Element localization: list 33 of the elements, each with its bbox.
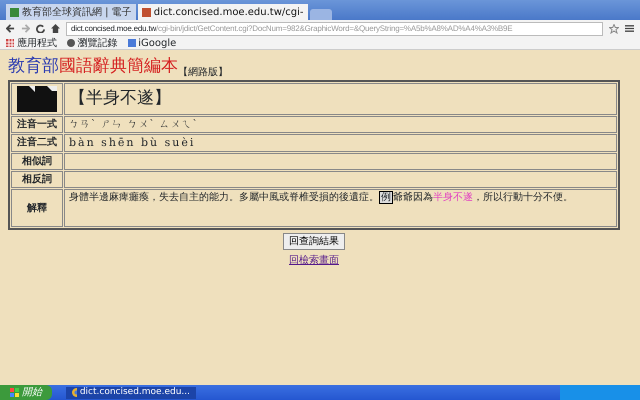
site-title: 教育部 bbox=[8, 55, 59, 78]
bookmark-link[interactable]: iGoogle bbox=[128, 36, 176, 50]
taskbar-item[interactable]: dict.concised.moe.edu... bbox=[66, 386, 196, 398]
row-label: 相反詞 bbox=[22, 174, 52, 185]
start-button[interactable]: 開始 bbox=[0, 385, 52, 400]
pronunciation-text: bàn shēn bù suèi bbox=[69, 136, 196, 148]
menu-icon[interactable] bbox=[625, 24, 634, 33]
favicon-icon bbox=[142, 8, 151, 16]
back-icon[interactable] bbox=[6, 24, 15, 33]
windows-logo-icon bbox=[10, 388, 19, 397]
row-label: 注音二式 bbox=[17, 137, 57, 148]
page-icon bbox=[128, 39, 136, 47]
definition-text: 身體半邊麻痺癱瘓，失去自主的能力。多屬中風或脊椎受損的後遺症。 例 爺爺因為半身不遂，所以行動十分不便。 bbox=[69, 191, 573, 204]
back-to-results-button[interactable]: 回查詢結果 bbox=[283, 232, 345, 250]
favicon-icon bbox=[10, 8, 19, 16]
picture-placeholder bbox=[17, 86, 57, 112]
bookmark-link[interactable]: 應用程式 bbox=[6, 36, 57, 50]
home-icon[interactable] bbox=[51, 24, 60, 33]
pronunciation-text: ㄅㄢˋ ㄕㄣ ㄅㄨˋ ㄙㄨㄟˋ bbox=[69, 118, 199, 130]
back-to-search-link[interactable]: 回檢索畫面 bbox=[289, 252, 339, 268]
browser-tab[interactable]: dict.concised.moe.edu.tw/cgi- bbox=[138, 4, 308, 20]
edition-label: 【網路版】 bbox=[178, 66, 228, 80]
reload-icon[interactable] bbox=[36, 24, 45, 33]
browser-tab[interactable]: 教育部全球資訊網 | 電子 bbox=[6, 4, 136, 20]
bookmark-link[interactable]: 瀏覽記錄 bbox=[66, 36, 118, 50]
browser-icon bbox=[72, 388, 77, 397]
headword: 【半身不遂】 bbox=[69, 88, 171, 108]
star-icon[interactable] bbox=[609, 24, 619, 34]
row-label: 相似詞 bbox=[22, 156, 52, 167]
dictionary-title: 國語辭典簡編本 bbox=[59, 55, 178, 78]
row-label: 注音一式 bbox=[17, 118, 57, 130]
address-field[interactable]: dict.concised.moe.edu.tw/cgi-bin/jdict/GetContent.cgi?DocNum=982&GraphicWord=&QueryString=%A5b%A8%AD%A4%A3%B9E bbox=[66, 22, 603, 36]
row-label: 解釋 bbox=[27, 202, 47, 214]
